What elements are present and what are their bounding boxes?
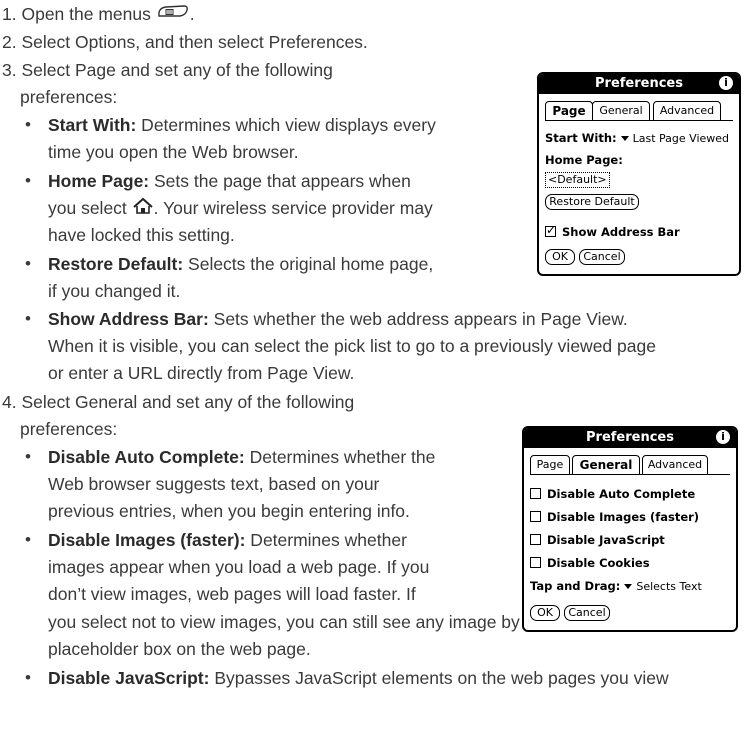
show-address-bar-checkbox[interactable]	[545, 222, 556, 238]
start-with-label: Start With:	[545, 131, 617, 145]
step-2: 2. Select Options, and then select Prefe…	[2, 30, 368, 54]
step-number: 3.	[2, 60, 17, 80]
step-4: 4. Select General and set any of the fol…	[2, 390, 354, 414]
home-page-label: Home Page:	[545, 153, 623, 167]
cancel-button[interactable]: Cancel	[579, 249, 625, 265]
dropdown-arrow-icon[interactable]	[624, 584, 633, 589]
bullet-dot: •	[25, 171, 31, 190]
step-1: 1. Open the menus .	[2, 2, 195, 27]
disable-images-checkbox[interactable]	[530, 511, 541, 522]
option-row: Disable Auto Complete	[530, 486, 695, 503]
option-label: Disable Images (faster)	[547, 510, 700, 524]
show-address-bar-row: Show Address Bar	[545, 222, 680, 241]
tab-general[interactable]: General	[572, 455, 640, 475]
ok-button[interactable]: OK	[530, 605, 560, 621]
tab-advanced[interactable]: Advanced	[653, 101, 721, 121]
step-number: 4.	[2, 392, 17, 412]
dialog-title-bar: Preferences i	[524, 428, 736, 448]
tap-and-drag-row: Tap and Drag: Selects Text	[530, 578, 702, 595]
option-label: Disable Cookies	[547, 556, 650, 570]
step-text-cont: preferences:	[20, 419, 118, 439]
tap-and-drag-label: Tap and Drag:	[530, 579, 621, 593]
restore-default-button[interactable]: Restore Default	[545, 194, 639, 210]
dropdown-arrow-icon[interactable]	[620, 136, 629, 141]
bullet-dot: •	[25, 447, 31, 466]
step-text: Select Options, and then select Preferen…	[21, 32, 368, 52]
home-page-row: Home Page:	[545, 152, 623, 169]
dialog-title: Preferences	[595, 76, 683, 91]
bullet-dot: •	[25, 115, 31, 134]
start-with-picker[interactable]: Last Page Viewed	[633, 132, 729, 145]
bullet-dot: •	[25, 668, 31, 687]
disable-auto-complete-checkbox[interactable]	[530, 488, 541, 499]
home-icon	[132, 197, 154, 221]
step-text: Select General and set any of the follow…	[21, 392, 355, 412]
bullet-dot: •	[25, 309, 31, 328]
bullet-disable-images: Disable Images (faster): Determines whet…	[48, 530, 407, 550]
step-number: 2.	[2, 32, 17, 52]
info-icon[interactable]: i	[716, 430, 730, 444]
menu-icon	[156, 3, 190, 27]
step-text: Open the menus	[21, 4, 151, 24]
bullet-dot: •	[25, 530, 31, 549]
info-icon[interactable]: i	[719, 76, 733, 90]
disable-cookies-checkbox[interactable]	[530, 557, 541, 568]
step-number: 1.	[2, 4, 17, 24]
ok-button[interactable]: OK	[545, 249, 575, 265]
home-page-field[interactable]: <Default>	[545, 172, 610, 188]
tab-advanced[interactable]: Advanced	[642, 455, 708, 475]
bullet-restore-default: Restore Default: Selects the original ho…	[48, 254, 434, 274]
option-row: Disable Images (faster)	[530, 509, 699, 526]
bullet-start-with: Start With: Determines which view displa…	[48, 115, 436, 135]
bullet-disable-auto-complete: Disable Auto Complete: Determines whethe…	[48, 447, 436, 467]
tab-underline	[545, 120, 733, 121]
bullet-home-page: Home Page: Sets the page that appears wh…	[48, 171, 411, 191]
step-text-cont: preferences:	[20, 87, 118, 107]
disable-javascript-checkbox[interactable]	[530, 534, 541, 545]
tap-and-drag-picker[interactable]: Selects Text	[636, 580, 701, 593]
step-text: Select Page and set any of the following	[21, 60, 333, 80]
option-label: Disable JavaScript	[547, 533, 665, 547]
option-row: Disable JavaScript	[530, 532, 665, 549]
tab-underline	[530, 474, 730, 475]
dialog-title-bar: Preferences i	[539, 74, 739, 94]
bullet-show-address-bar: Show Address Bar: Sets whether the web a…	[48, 309, 628, 329]
tab-page[interactable]: Page	[530, 455, 570, 475]
bullet-disable-javascript: Disable JavaScript: Bypasses JavaScript …	[48, 668, 669, 688]
show-address-bar-label: Show Address Bar	[562, 225, 680, 239]
tab-general[interactable]: General	[592, 101, 650, 121]
option-label: Disable Auto Complete	[547, 487, 696, 501]
preferences-general-dialog: Preferences i Page General Advanced Disa…	[522, 426, 738, 632]
document-page: 1. Open the menus . 2. Select Options, a…	[0, 0, 754, 738]
option-row: Disable Cookies	[530, 555, 650, 572]
cancel-button[interactable]: Cancel	[564, 605, 610, 621]
start-with-row: Start With: Last Page Viewed	[545, 130, 729, 147]
tab-page[interactable]: Page	[545, 101, 593, 121]
bullet-dot: •	[25, 254, 31, 273]
step-3: 3. Select Page and set any of the follow…	[2, 58, 333, 82]
dialog-title: Preferences	[586, 430, 674, 445]
preferences-page-dialog: Preferences i Page General Advanced Star…	[537, 72, 741, 276]
